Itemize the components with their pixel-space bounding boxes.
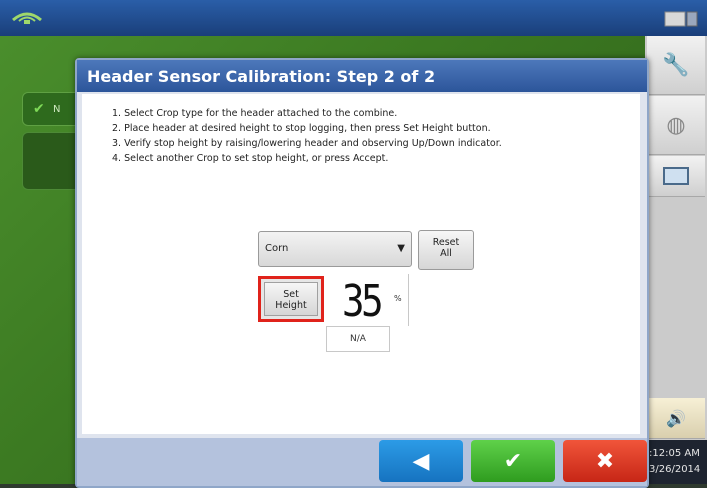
dialog-title: Header Sensor Calibration: Step 2 of 2 [87, 67, 436, 86]
crop-dropdown-value: Corn [265, 243, 289, 254]
height-readout: 35 % [324, 274, 409, 327]
set-height-line1: Set [283, 289, 299, 300]
reset-label-line2: All [440, 248, 452, 259]
calibration-dialog: Header Sensor Calibration: Step 2 of 2 1… [75, 58, 649, 488]
check-icon: ✔ [503, 448, 523, 474]
dialog-body: 1. Select Crop type for the header attac… [82, 94, 640, 434]
top-status-bar [0, 0, 707, 36]
crop-dropdown[interactable]: Corn ▼ [258, 231, 412, 267]
speaker-button[interactable]: 🔊 [647, 398, 705, 439]
set-height-highlight: Set Height [258, 276, 324, 322]
reset-all-button[interactable]: Reset All [418, 230, 474, 270]
satellite-icon[interactable] [10, 6, 44, 28]
clock: :12:05 AM 3/26/2014 [645, 440, 707, 484]
chevron-down-icon: ▼ [397, 243, 405, 254]
set-height-line2: Height [275, 300, 307, 311]
clock-date: 3/26/2014 [649, 464, 701, 475]
back-button[interactable]: ◀ [379, 440, 463, 482]
wrench-icon: 🔧 [662, 52, 690, 78]
speaker-icon: 🔊 [666, 408, 686, 428]
cancel-button[interactable]: ✖ [563, 440, 647, 482]
instruction-item: 2. Place header at desired height to sto… [112, 123, 491, 134]
back-arrow-icon: ◀ [412, 448, 430, 474]
height-status: N/A [326, 326, 390, 352]
instruction-item: 4. Select another Crop to set stop heigh… [112, 153, 389, 164]
right-toolbar: 🔧 ◍ 🔊 [645, 36, 707, 484]
settings-button[interactable]: 🔧 [647, 36, 705, 95]
accept-button[interactable]: ✔ [471, 440, 555, 482]
dialog-title-bar: Header Sensor Calibration: Step 2 of 2 [77, 60, 647, 92]
grain-icon: ◍ [666, 112, 686, 138]
set-height-button[interactable]: Set Height [264, 282, 318, 316]
grain-button[interactable]: ◍ [647, 96, 705, 155]
reset-label-line1: Reset [432, 237, 460, 248]
instruction-list: 1. Select Crop type for the header attac… [112, 106, 502, 166]
height-unit: % [394, 294, 402, 303]
check-icon: ✔ [33, 101, 45, 117]
clock-time: :12:05 AM [649, 448, 700, 459]
height-value: 35 [342, 276, 384, 327]
dialog-footer: ◀ ✔ ✖ [77, 438, 647, 486]
screen-icon[interactable] [664, 10, 698, 28]
instruction-item: 1. Select Crop type for the header attac… [112, 108, 398, 119]
window-icon [663, 167, 689, 185]
background-tab-label: N [53, 104, 61, 115]
window-button[interactable] [647, 156, 705, 197]
instruction-item: 3. Verify stop height by raising/lowerin… [112, 138, 502, 149]
close-icon: ✖ [595, 448, 615, 474]
